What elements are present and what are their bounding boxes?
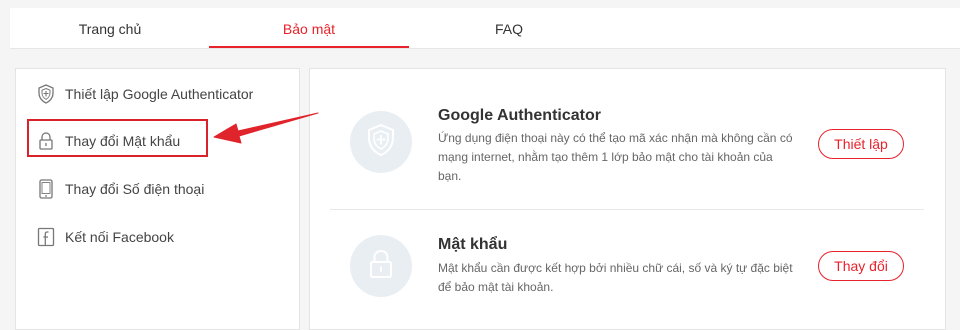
google-authenticator-title: Google Authenticator (438, 107, 601, 124)
password-title: Mật khẩu (438, 236, 508, 253)
shield-icon (366, 123, 396, 162)
password-description: Mật khẩu cần được kết hợp bởi nhiều chữ … (438, 261, 793, 294)
sidebar-item-label: Thiết lập Google Authenticator (65, 86, 254, 102)
facebook-icon (36, 227, 56, 247)
phone-icon (36, 179, 56, 199)
top-tab-bar: Trang chủ Bảo mật FAQ (10, 8, 960, 49)
sidebar-item-change-phone[interactable]: Thay đổi Số điện thoại (36, 177, 204, 201)
change-password-button[interactable]: Thay đổi (818, 251, 904, 281)
tab-security[interactable]: Bảo mật (209, 8, 409, 48)
security-settings-panel: Google Authenticator Ứng dụng điện thoại… (309, 68, 946, 330)
highlight-box (27, 119, 208, 157)
google-authenticator-row: Google Authenticator Ứng dụng điện thoại… (330, 69, 925, 209)
sidebar-item-google-authenticator[interactable]: Thiết lập Google Authenticator (36, 82, 253, 106)
sidebar-item-label: Kết nối Facebook (65, 229, 174, 245)
sidebar-item-connect-facebook[interactable]: Kết nối Facebook (36, 225, 174, 249)
shield-icon (36, 84, 56, 104)
tab-faq[interactable]: FAQ (409, 8, 609, 48)
lock-icon (368, 248, 394, 285)
google-authenticator-description: Ứng dụng điện thoại này có thể tạo mã xá… (438, 131, 793, 183)
password-icon-circle (350, 235, 412, 297)
tab-home[interactable]: Trang chủ (10, 8, 210, 48)
password-row: Mật khẩu Mật khẩu cần được kết hợp bởi n… (330, 210, 925, 329)
sidebar-item-label: Thay đổi Số điện thoại (65, 181, 205, 197)
security-sidebar: Thiết lập Google Authenticator Thay đổi … (15, 68, 300, 330)
setup-google-authenticator-button[interactable]: Thiết lập (818, 129, 904, 159)
google-authenticator-icon-circle (350, 111, 412, 173)
